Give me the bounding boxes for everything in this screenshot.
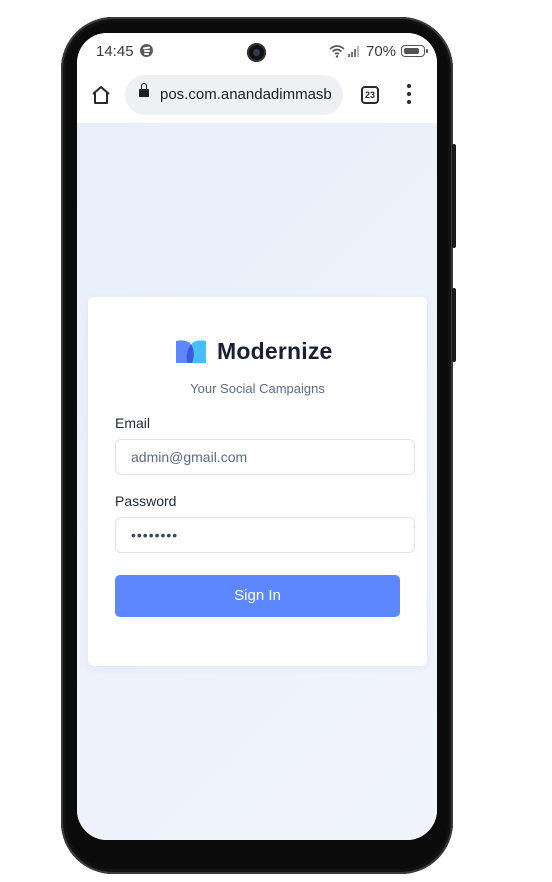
lock-icon <box>139 83 149 97</box>
signal-icon <box>348 45 362 57</box>
battery-icon <box>401 45 428 57</box>
wifi-icon <box>329 45 345 58</box>
url-text: pos.com.anandadimmasb <box>160 86 332 103</box>
volume-button <box>452 144 456 248</box>
modernize-logo-icon <box>176 340 206 363</box>
status-time: 14:45 <box>96 43 134 60</box>
power-button <box>452 288 456 362</box>
status-bar: 14:45 70% <box>77 33 437 71</box>
home-icon[interactable] <box>89 83 113 107</box>
address-bar[interactable]: pos.com.anandadimmasb <box>125 75 343 115</box>
phone-screen: 14:45 70% pos.com.anandadimmasb 23 Moder… <box>77 33 437 840</box>
brand-name: Modernize <box>217 338 333 364</box>
page-content: Modernize Your Social Campaigns Email ad… <box>77 123 437 840</box>
login-card: Modernize Your Social Campaigns Email ad… <box>88 297 427 666</box>
spotify-icon <box>140 44 153 57</box>
email-field[interactable]: admin@gmail.com <box>115 439 415 475</box>
password-field[interactable]: •••••••• <box>115 517 415 553</box>
sign-in-button[interactable]: Sign In <box>115 575 400 617</box>
password-label: Password <box>115 493 177 509</box>
tagline: Your Social Campaigns <box>190 381 325 396</box>
more-menu-icon[interactable] <box>407 84 411 104</box>
email-label: Email <box>115 415 151 431</box>
front-camera <box>247 43 266 62</box>
browser-toolbar: pos.com.anandadimmasb 23 <box>77 71 437 124</box>
tabs-icon[interactable]: 23 <box>361 86 379 104</box>
battery-percent: 70% <box>366 43 397 60</box>
